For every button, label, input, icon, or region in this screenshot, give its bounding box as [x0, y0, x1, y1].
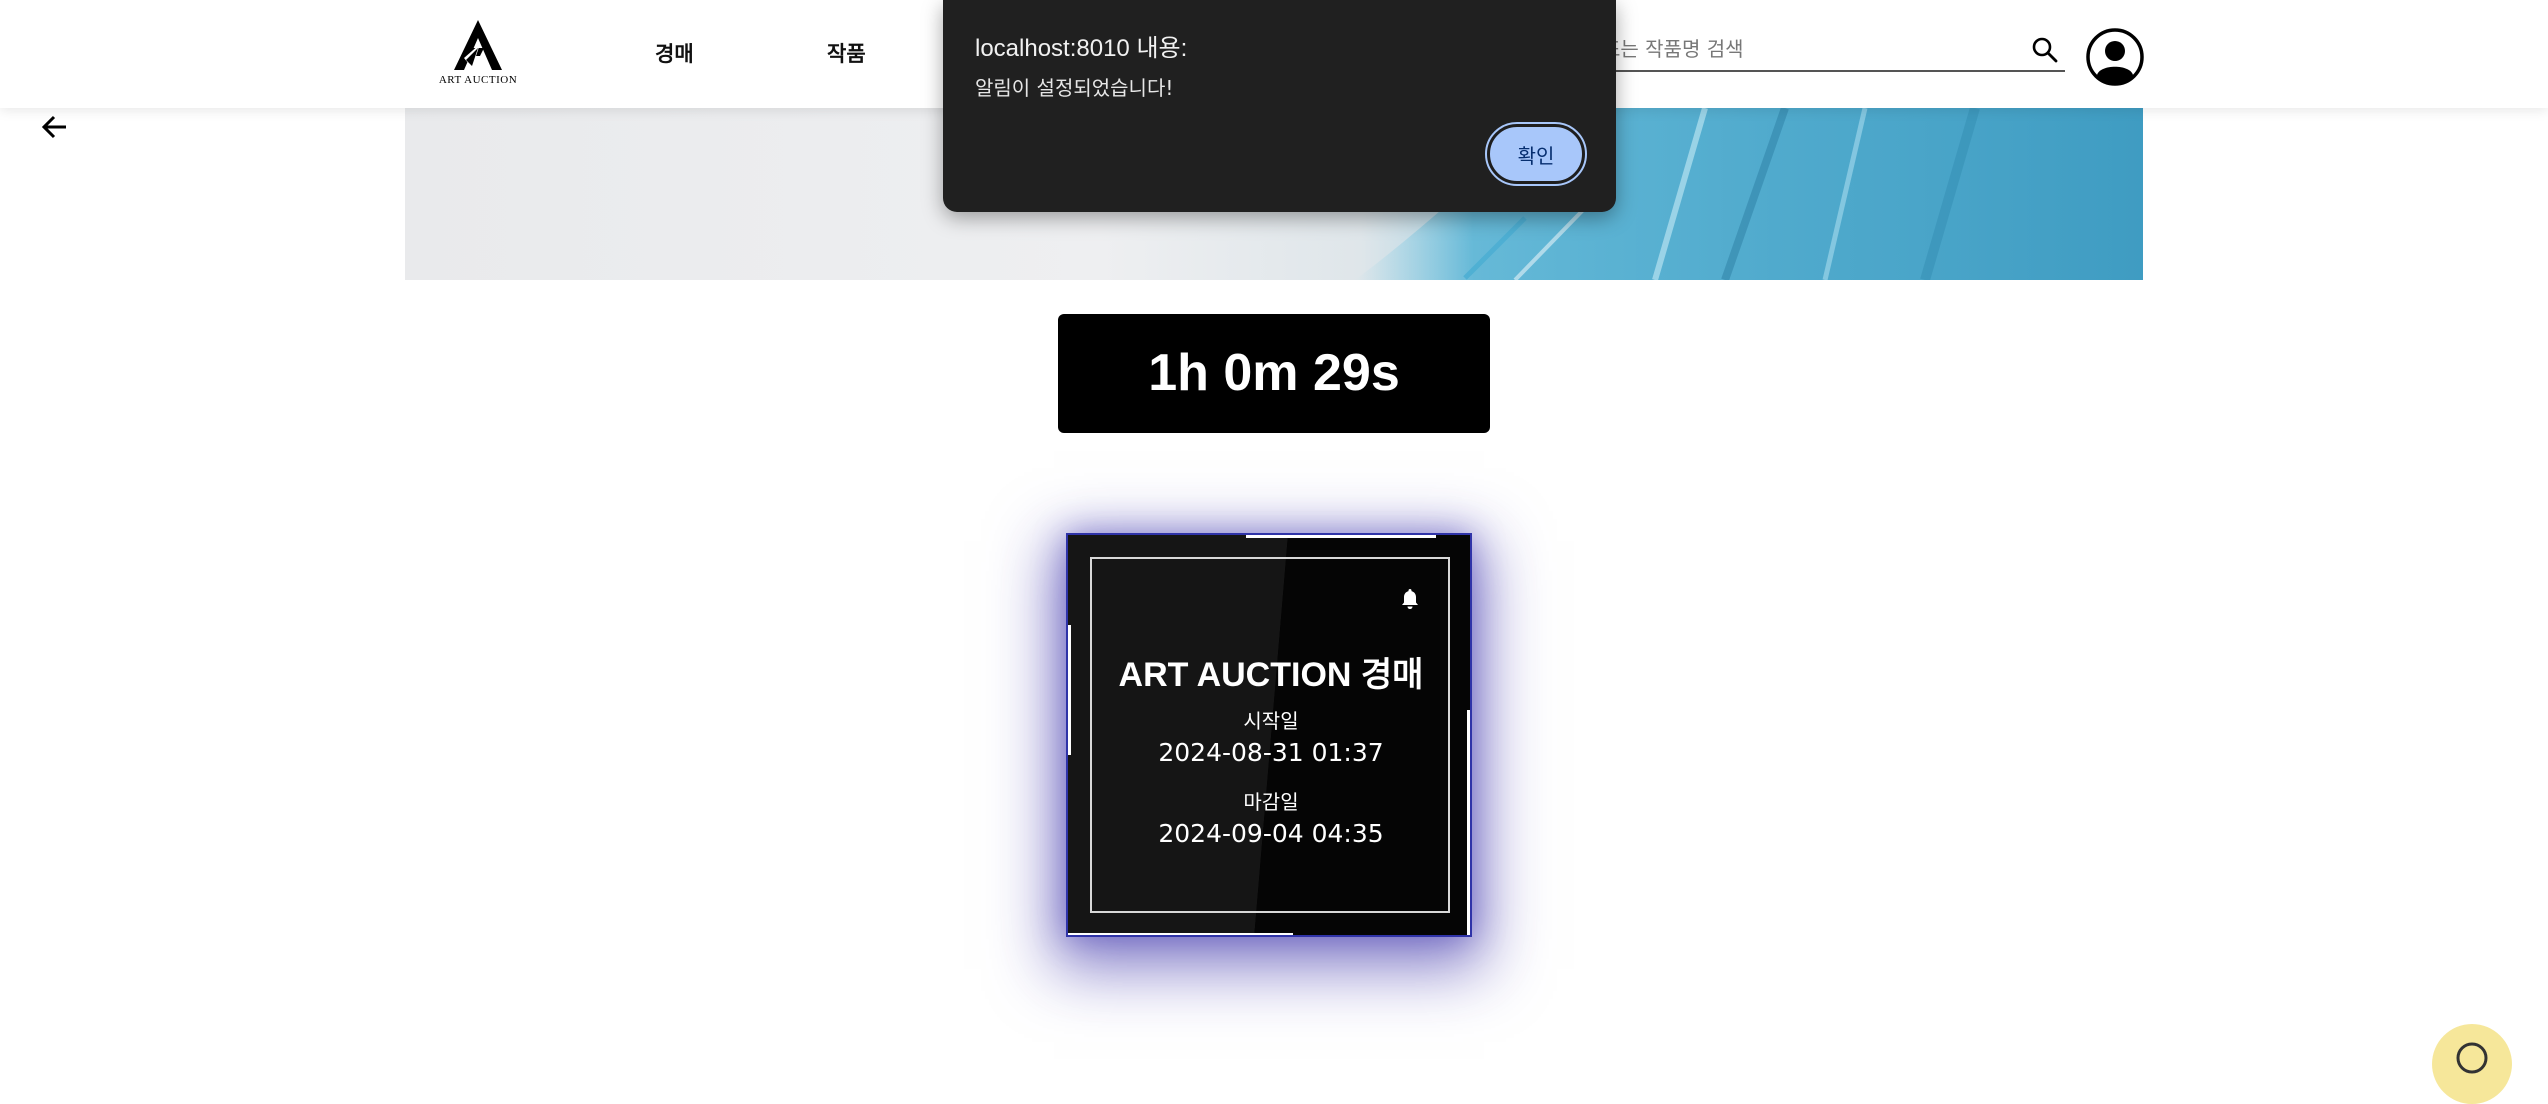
start-date-value: 2024-08-31 01:37 [1158, 738, 1384, 767]
site-logo[interactable]: ART AUCTION [438, 18, 518, 88]
nav-auction[interactable]: 경매 [655, 38, 694, 68]
start-date-label: 시작일 [1243, 709, 1299, 733]
card-accent [1246, 535, 1436, 538]
chat-icon [2456, 1042, 2488, 1074]
user-avatar-icon[interactable] [2086, 28, 2144, 86]
card-inner-frame [1090, 557, 1450, 913]
nav-artworks[interactable]: 작품 [827, 38, 866, 68]
alert-dialog: localhost:8010 내용: 알림이 설정되었습니다! 확인 [943, 0, 1616, 212]
search-input[interactable] [1600, 34, 2020, 64]
chat-widget-button[interactable] [2432, 1024, 2512, 1104]
dialog-title: localhost:8010 내용: [975, 35, 1188, 62]
end-date-label: 마감일 [1243, 790, 1299, 814]
art-auction-logo-icon [454, 20, 502, 70]
end-date-value: 2024-09-04 04:35 [1158, 819, 1384, 848]
dialog-message: 알림이 설정되었습니다! [975, 76, 1174, 100]
logo-text: ART AUCTION [438, 74, 518, 86]
countdown-timer: 1h 0m 29s [1058, 314, 1490, 433]
dialog-ok-button[interactable]: 확인 [1485, 122, 1587, 186]
search-icon[interactable] [2031, 36, 2059, 64]
back-arrow-icon[interactable] [38, 110, 72, 144]
bell-icon[interactable] [1398, 587, 1422, 611]
card-title: ART AUCTION 경매 [1118, 656, 1424, 694]
search-bar [1600, 30, 2065, 72]
card-accent [1068, 933, 1293, 935]
auction-card[interactable]: ART AUCTION 경매 시작일 2024-08-31 01:37 마감일 … [1066, 533, 1472, 937]
